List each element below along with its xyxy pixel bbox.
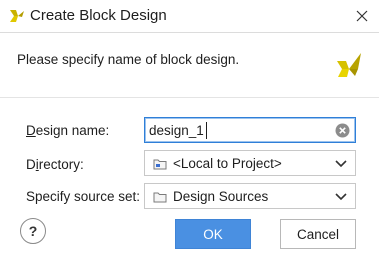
chevron-down-icon	[335, 160, 347, 168]
directory-value: <Local to Project>	[173, 156, 282, 171]
help-button[interactable]: ?	[20, 218, 46, 244]
text-caret	[206, 122, 207, 139]
directory-label: Directory:	[26, 157, 84, 172]
design-name-label: Design name:	[26, 123, 110, 138]
header-divider	[0, 97, 379, 98]
window-title: Create Block Design	[30, 7, 167, 24]
close-icon	[356, 10, 368, 22]
title-bar: Create Block Design	[0, 0, 379, 32]
source-set-value: Design Sources	[173, 189, 269, 204]
source-set-label: Specify source set:	[26, 189, 141, 204]
directory-select[interactable]: <Local to Project>	[144, 150, 356, 176]
clear-icon[interactable]	[335, 123, 350, 138]
design-name-value: design_1	[149, 123, 204, 138]
dialog-header: Please specify name of block design.	[0, 33, 379, 97]
source-set-select[interactable]: Design Sources	[144, 183, 356, 209]
cancel-button[interactable]: Cancel	[280, 219, 356, 249]
dialog-prompt: Please specify name of block design.	[17, 52, 240, 67]
folder-icon	[153, 192, 167, 203]
ok-button[interactable]: OK	[175, 219, 251, 249]
chevron-down-icon	[335, 193, 347, 201]
vivado-logo	[337, 53, 361, 77]
folder-local-icon	[153, 159, 167, 170]
vivado-icon	[10, 10, 24, 22]
design-name-field[interactable]: design_1	[144, 117, 356, 143]
close-button[interactable]	[345, 0, 379, 32]
